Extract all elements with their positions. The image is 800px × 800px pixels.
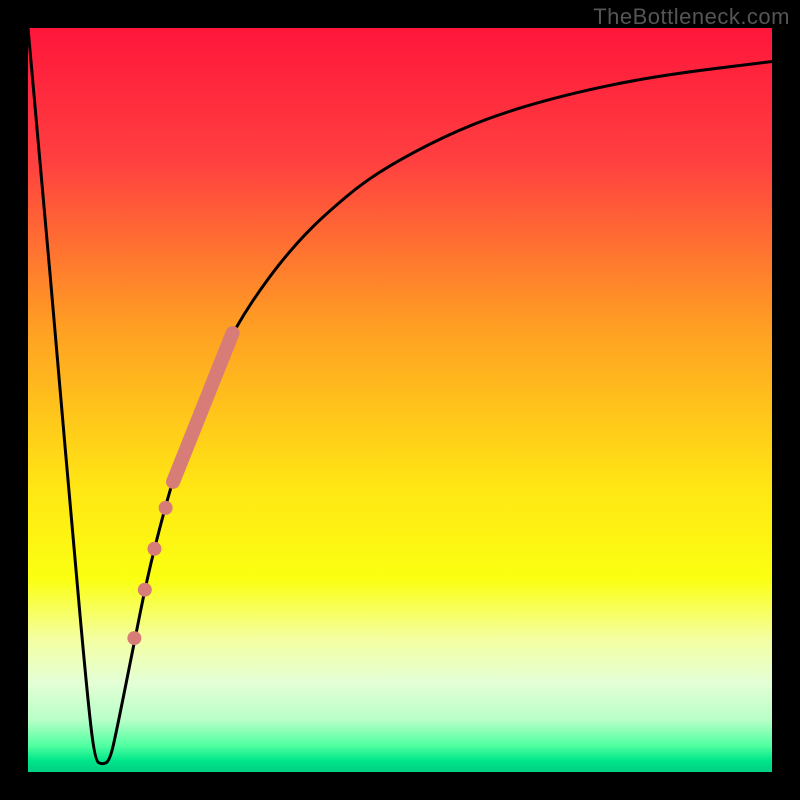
chart-frame: TheBottleneck.com	[0, 0, 800, 800]
highlight-dot	[138, 583, 152, 597]
highlight-dot	[159, 501, 173, 515]
bottleneck-chart	[0, 0, 800, 800]
watermark-text: TheBottleneck.com	[593, 4, 790, 30]
highlight-dot	[147, 542, 161, 556]
highlight-dot	[127, 631, 141, 645]
gradient-background	[28, 28, 772, 772]
